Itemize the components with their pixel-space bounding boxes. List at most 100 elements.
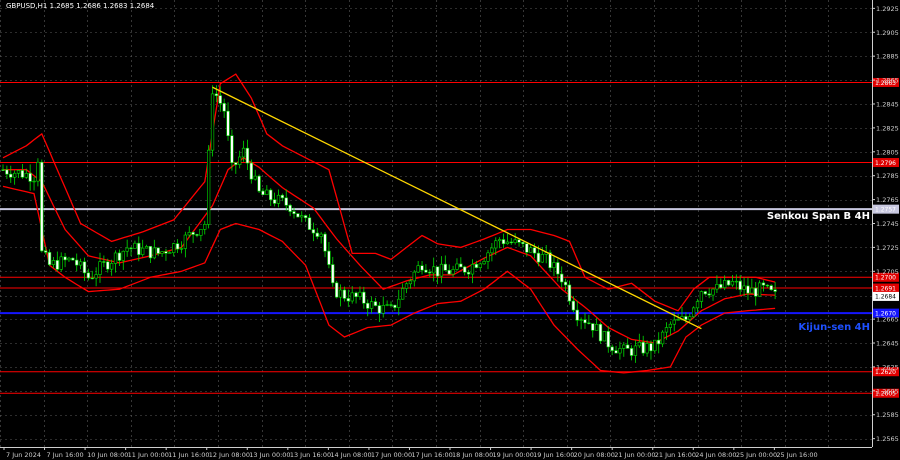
candle-body xyxy=(141,247,145,255)
candle-body xyxy=(513,239,517,243)
candle-body xyxy=(1,169,5,171)
x-tick-label: 20 Jun 08:00 xyxy=(574,451,615,459)
candle-body xyxy=(110,263,114,270)
candle-body xyxy=(199,228,203,236)
candle-body xyxy=(288,204,292,212)
x-tick-label: 7 Jun 2024 xyxy=(6,451,41,459)
candle-body xyxy=(466,271,471,275)
candle-body xyxy=(125,247,129,252)
candle-body xyxy=(509,241,513,244)
candle-body xyxy=(567,284,572,302)
x-tick-label: 17 Jun 00:00 xyxy=(371,451,412,459)
candle-body xyxy=(730,280,735,286)
candle-body xyxy=(641,341,645,354)
x-tick-label: 21 Jun 00:00 xyxy=(614,451,655,459)
candle-body xyxy=(486,252,490,262)
candle-body xyxy=(75,259,79,266)
candle-body xyxy=(765,284,770,287)
candle-body xyxy=(187,232,191,236)
senkou-span-b-label: Senkou Span B 4H xyxy=(767,211,870,222)
candle-body xyxy=(389,304,393,306)
candle-body xyxy=(203,224,207,230)
y-tick-label: 1.2825 xyxy=(876,124,899,132)
candle-body xyxy=(160,251,164,254)
x-tick-label: 25 Jun 16:00 xyxy=(776,451,817,459)
candle-body xyxy=(249,162,253,180)
candle-body xyxy=(94,274,98,279)
candle-body xyxy=(292,211,296,214)
candle-body xyxy=(257,175,261,192)
candle-body xyxy=(129,247,133,250)
candle-body xyxy=(532,247,537,254)
x-tick-label: 13 Jun 00:00 xyxy=(249,451,290,459)
candle-body xyxy=(529,247,533,253)
candle-body xyxy=(218,95,222,104)
senkou-price-tag: 1.2757 xyxy=(875,206,896,213)
candle-body xyxy=(501,239,506,245)
candle-body xyxy=(222,103,226,112)
candle-body xyxy=(754,287,758,297)
candle-body xyxy=(102,261,106,263)
candle-body xyxy=(71,257,75,261)
candle-body xyxy=(385,304,389,306)
candle-body xyxy=(773,289,777,292)
candle-body xyxy=(44,250,48,253)
x-tick-label: 11 Jun 16:00 xyxy=(168,451,209,459)
candle-body xyxy=(377,305,381,314)
candle-body xyxy=(536,252,541,263)
y-tick-label: 1.2765 xyxy=(876,196,899,204)
y-tick-label: 1.2785 xyxy=(876,172,899,180)
candle-body xyxy=(606,331,610,348)
candle-body xyxy=(234,162,238,165)
candle-body xyxy=(269,189,273,200)
candle-body xyxy=(319,233,323,237)
candle-body xyxy=(723,280,727,289)
candle-body xyxy=(303,215,308,219)
candle-body xyxy=(602,331,607,342)
kijun-sen-label: Kijun-sen 4H xyxy=(798,322,870,333)
y-tick-label: 1.2745 xyxy=(876,220,899,228)
candle-body xyxy=(342,289,347,299)
candle-body xyxy=(517,239,521,243)
candle-body xyxy=(691,307,696,317)
envelope-bands xyxy=(2,73,776,374)
x-tick-label: 10 Jun 08:00 xyxy=(87,451,128,459)
candle-body xyxy=(556,262,560,275)
candle-body xyxy=(350,292,354,302)
x-tick-label: 11 Jun 00:00 xyxy=(128,451,169,459)
candle-body xyxy=(393,304,397,308)
candle-body xyxy=(241,147,246,158)
y-tick-label: 1.2845 xyxy=(876,100,899,108)
x-tick-label: 19 Jun 00:00 xyxy=(493,451,534,459)
candle-body xyxy=(323,233,327,252)
candle-body xyxy=(560,273,564,283)
candle-body xyxy=(769,285,773,291)
candle-body xyxy=(416,265,420,273)
x-axis: 7 Jun 2024 7 Jun 16:00 10 Jun 08:00 11 Jun … xyxy=(3,447,818,459)
candle-body xyxy=(420,265,424,271)
candle-body xyxy=(13,172,17,178)
candle-body xyxy=(649,343,653,352)
candle-body xyxy=(55,260,59,270)
candle-body xyxy=(40,161,44,252)
candle-body xyxy=(676,319,680,321)
candle-body xyxy=(195,234,199,236)
candle-body xyxy=(711,288,715,296)
y-tick-label: 1.2705 xyxy=(876,268,899,276)
candle-body xyxy=(284,197,288,206)
candle-body xyxy=(276,194,281,204)
candle-body xyxy=(626,344,630,349)
candle-body xyxy=(463,266,467,273)
candle-body xyxy=(164,251,168,254)
candle-body xyxy=(664,327,669,333)
candle-body xyxy=(408,280,413,285)
y-tick-label: 1.2865 xyxy=(876,77,899,85)
candle-body xyxy=(261,190,265,196)
candle-body xyxy=(32,180,36,183)
candle-body xyxy=(447,270,451,275)
candle-body xyxy=(168,252,172,254)
band-lower xyxy=(2,185,776,374)
candle-body xyxy=(24,173,28,178)
candle-body xyxy=(47,252,52,265)
candle-body xyxy=(594,323,599,331)
